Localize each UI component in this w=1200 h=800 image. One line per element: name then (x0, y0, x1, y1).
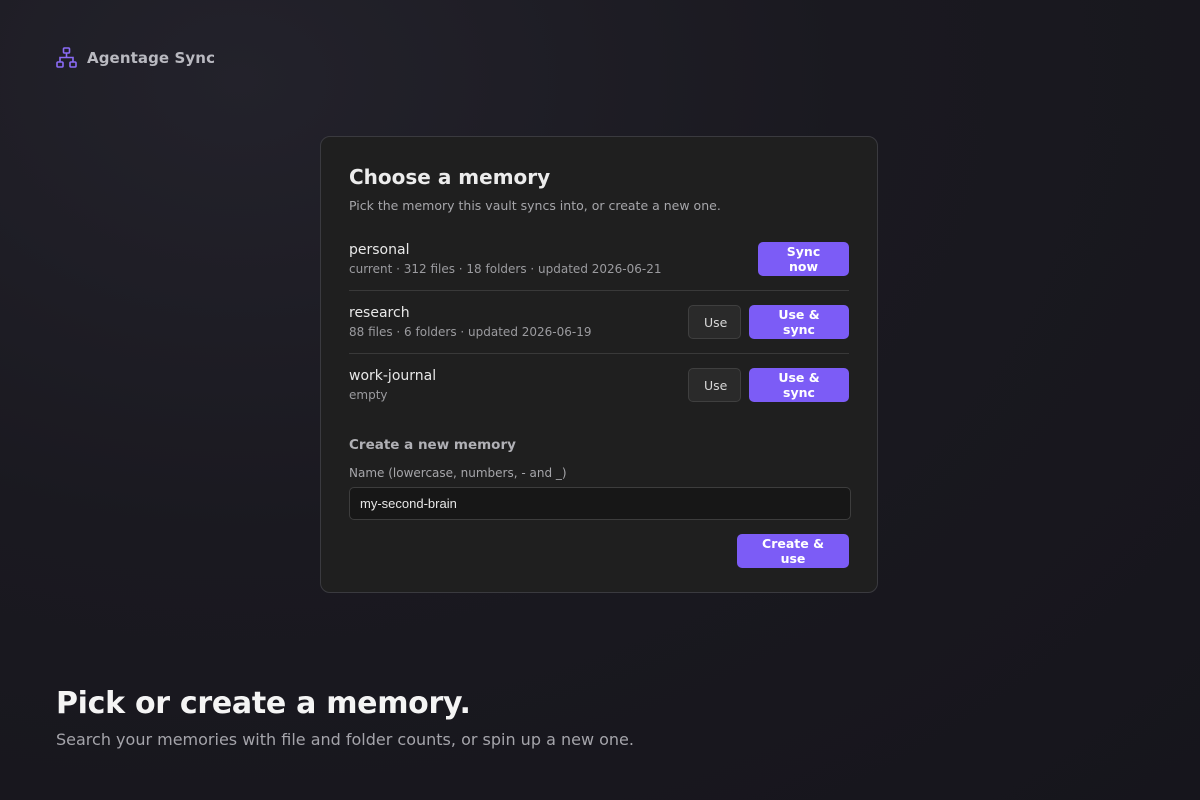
memory-row-personal: personal current · 312 files · 18 folder… (349, 228, 849, 291)
memory-meta: empty (349, 388, 388, 402)
memory-list: personal current · 312 files · 18 folder… (349, 228, 849, 416)
create-actions: Create & use (349, 534, 849, 568)
sync-now-button[interactable]: Sync now (758, 242, 849, 276)
create-memory-heading: Create a new memory (349, 437, 516, 453)
hero-subtitle: Search your memories with file and folde… (56, 730, 634, 749)
app-brand: Agentage Sync (56, 47, 215, 68)
memory-name-input[interactable] (349, 487, 851, 520)
memory-meta: current · 312 files · 18 folders · updat… (349, 262, 662, 276)
memory-name: personal (349, 242, 410, 258)
hero-section: Pick or create a memory. Search your mem… (56, 684, 634, 750)
memory-actions: Use Use & sync (688, 305, 849, 339)
card-title: Choose a memory (349, 165, 551, 189)
create-and-use-button[interactable]: Create & use (737, 534, 849, 568)
memory-info: research 88 files · 6 folders · updated … (349, 304, 591, 340)
memory-row-work-journal: work-journal empty Use Use & sync (349, 354, 849, 416)
app-name: Agentage Sync (87, 48, 216, 67)
memory-actions: Use Use & sync (688, 368, 849, 402)
use-button[interactable]: Use (688, 305, 741, 339)
memory-meta: 88 files · 6 folders · updated 2026-06-1… (349, 325, 592, 339)
memory-chooser-card: Choose a memory Pick the memory this vau… (320, 136, 878, 593)
hero-title: Pick or create a memory. (56, 686, 471, 721)
card-subtitle: Pick the memory this vault syncs into, o… (349, 198, 721, 213)
use-and-sync-button[interactable]: Use & sync (749, 305, 849, 339)
memory-actions: Sync now (758, 242, 849, 276)
memory-row-research: research 88 files · 6 folders · updated … (349, 291, 849, 354)
use-button[interactable]: Use (688, 368, 741, 402)
name-field-label: Name (lowercase, numbers, - and _) (349, 466, 567, 480)
memory-name: research (349, 305, 410, 321)
sitemap-icon (56, 47, 77, 68)
memory-name: work-journal (349, 368, 437, 384)
memory-info: work-journal empty (349, 367, 436, 403)
use-and-sync-button[interactable]: Use & sync (749, 368, 849, 402)
memory-info: personal current · 312 files · 18 folder… (349, 241, 662, 277)
